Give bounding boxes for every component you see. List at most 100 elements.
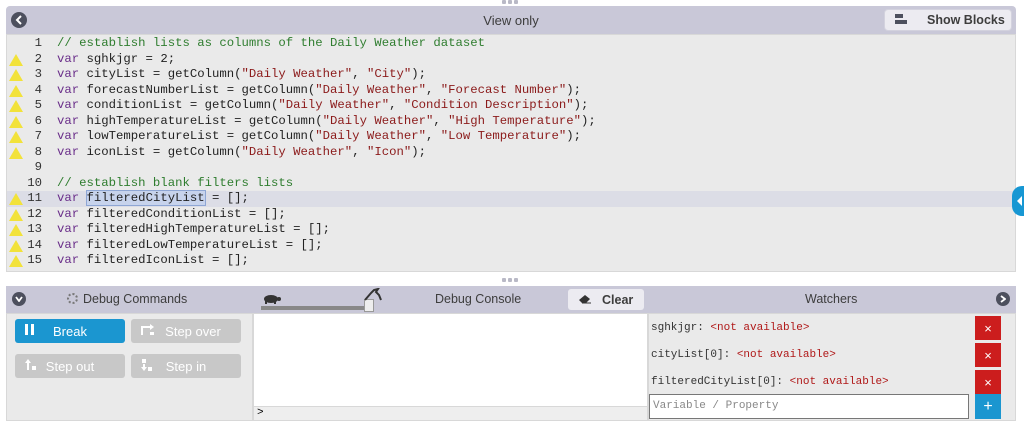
code-text[interactable]: // establish lists as columns of the Dai… [57, 36, 485, 52]
code-line[interactable]: 8 var iconList = getColumn("Daily Weather… [7, 145, 1015, 161]
collapse-debug-icon[interactable] [12, 292, 26, 306]
warning-icon[interactable] [9, 53, 23, 66]
code-text[interactable]: // establish blank filters lists [57, 176, 293, 192]
plus-icon: + [983, 397, 993, 415]
remove-watch-button[interactable]: × [975, 316, 1001, 340]
line-number[interactable]: 10 [25, 176, 42, 192]
code-token: "Daily Weather" [315, 82, 426, 97]
code-line[interactable]: 1 // establish lists as columns of the Da… [7, 36, 1015, 52]
watchers-panel: sghkjgr: <not available> × cityList[0]: <n… [648, 313, 1016, 421]
warning-icon[interactable] [9, 69, 23, 81]
watcher-name: filteredCityList[0]: [651, 376, 784, 388]
watcher-expression: filteredCityList[0]: <not available> [651, 376, 889, 388]
warning-icon[interactable] [9, 193, 23, 205]
code-line[interactable]: 10 // establish blank filters lists [7, 176, 1015, 192]
code-line[interactable]: 6 var highTemperatureList = getColumn("Da… [7, 114, 1015, 130]
warning-icon[interactable] [9, 239, 23, 252]
break-button[interactable]: Break [15, 319, 125, 343]
step-over-button[interactable]: Step over [131, 319, 241, 343]
warning-icon[interactable] [9, 146, 23, 159]
code-line[interactable]: 12 var filteredConditionList = []; [7, 207, 1015, 223]
warning-icon[interactable] [9, 255, 23, 267]
code-text[interactable]: var filteredLowTemperatureList = []; [57, 238, 323, 254]
editor-title: View only [483, 13, 539, 28]
debug-header: Debug Commands Debug Console Clear Watch… [6, 286, 1016, 313]
code-line[interactable]: 5 var conditionList = getColumn("Daily We… [7, 98, 1015, 114]
warning-icon[interactable] [9, 224, 23, 236]
console-input[interactable]: > [254, 406, 647, 420]
code-token: filteredIconList = []; [79, 253, 249, 267]
code-line[interactable]: 3 var cityList = getColumn("Daily Weather… [7, 67, 1015, 83]
app-lab-workspace: View only Show Blocks 1 // establish list… [0, 0, 1024, 429]
watchers-nav-icon[interactable] [996, 292, 1010, 306]
code-token: var [57, 113, 80, 128]
remove-watch-button[interactable]: × [975, 370, 1001, 394]
code-token: var [57, 98, 80, 112]
code-text[interactable]: var cityList = getColumn("Daily Weather"… [57, 67, 426, 83]
code-token: , [425, 129, 441, 143]
code-text[interactable]: var filteredConditionList = []; [57, 207, 286, 223]
line-number[interactable]: 5 [25, 98, 42, 114]
watcher-name: cityList[0]: [651, 349, 731, 361]
code-text[interactable]: var lowTemperatureList = getColumn("Dail… [57, 129, 581, 145]
step-in-button[interactable]: Step in [131, 354, 241, 378]
code-text[interactable]: var filteredCityList = []; [57, 190, 249, 207]
code-token: filteredLowTemperatureList = []; [79, 237, 323, 252]
warning-icon[interactable] [9, 84, 23, 97]
code-token: ); [566, 82, 581, 97]
line-number[interactable]: 15 [25, 253, 42, 269]
clear-console-button[interactable]: Clear [568, 289, 644, 310]
line-number[interactable]: 7 [25, 129, 42, 145]
code-text[interactable]: var filteredIconList = []; [57, 253, 249, 269]
code-line[interactable]: 13 var filteredHighTemperatureList = []; [7, 222, 1015, 238]
line-number[interactable]: 14 [25, 238, 42, 254]
debug-console-output[interactable]: > [253, 313, 648, 421]
code-text[interactable]: var conditionList = getColumn("Daily Wea… [57, 98, 588, 114]
code-token: "Daily Weather" [278, 98, 390, 112]
middle-resize-grip[interactable] [502, 278, 520, 283]
watch-expression-input[interactable]: Variable / Property [649, 394, 969, 419]
line-number[interactable]: 2 [25, 52, 42, 68]
line-number[interactable]: 3 [25, 67, 42, 83]
code-text[interactable]: var highTemperatureList = getColumn("Dai… [57, 114, 596, 130]
line-number[interactable]: 1 [25, 36, 42, 52]
code-line[interactable]: 9 [7, 160, 1015, 176]
add-watch-button[interactable]: + [975, 394, 1001, 419]
line-number[interactable]: 13 [25, 222, 42, 238]
speed-slider[interactable] [261, 306, 373, 310]
code-text[interactable]: var iconList = getColumn("Daily Weather"… [57, 145, 426, 161]
step-out-button[interactable]: Step out [15, 354, 125, 378]
code-line[interactable]: 15 var filteredIconList = []; [7, 253, 1015, 269]
line-number[interactable]: 4 [25, 83, 42, 99]
remove-watch-button[interactable]: × [975, 343, 1001, 367]
code-text[interactable]: var sghkjgr = 2; [57, 52, 175, 68]
code-text[interactable]: var filteredHighTemperatureList = []; [57, 222, 330, 238]
step-over-icon [141, 323, 155, 339]
top-resize-grip[interactable] [502, 0, 520, 5]
line-number[interactable]: 12 [25, 207, 42, 223]
code-line[interactable]: 2 var sghkjgr = 2; [7, 52, 1015, 68]
warning-icon[interactable] [9, 115, 23, 128]
code-text[interactable]: var forecastNumberList = getColumn("Dail… [57, 83, 581, 99]
line-number[interactable]: 11 [25, 191, 42, 207]
side-panel-toggle-icon[interactable] [1012, 186, 1024, 216]
code-editor[interactable]: 1 // establish lists as columns of the Da… [6, 34, 1016, 272]
code-line[interactable]: 14 var filteredLowTemperatureList = []; [7, 238, 1015, 254]
code-token: , [389, 98, 404, 112]
code-line[interactable]: 4 var forecastNumberList = getColumn("Dai… [7, 83, 1015, 99]
show-blocks-button[interactable]: Show Blocks [884, 9, 1012, 31]
code-token: iconList = getColumn( [79, 144, 242, 159]
code-token: ); [580, 113, 596, 128]
code-line[interactable]: 7 var lowTemperatureList = getColumn("Dai… [7, 129, 1015, 145]
code-token: highTemperatureList = getColumn( [79, 113, 323, 128]
code-token: "Daily Weather" [241, 144, 353, 159]
warning-icon[interactable] [9, 131, 23, 143]
line-number[interactable]: 8 [25, 145, 42, 161]
code-token: ); [411, 67, 427, 81]
code-line[interactable]: 11 var filteredCityList = []; [7, 190, 1015, 207]
editor-header: View only Show Blocks [6, 6, 1016, 34]
warning-icon[interactable] [9, 100, 23, 112]
line-number[interactable]: 9 [25, 160, 42, 176]
warning-icon[interactable] [9, 208, 23, 221]
line-number[interactable]: 6 [25, 114, 42, 130]
